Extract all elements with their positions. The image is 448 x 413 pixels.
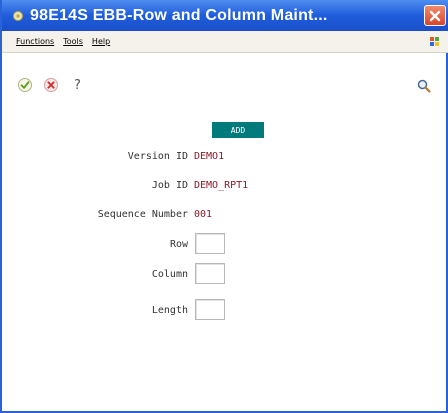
job-id-label: Job ID	[151, 180, 188, 191]
cancel-icon	[44, 78, 58, 92]
ok-button[interactable]	[16, 76, 34, 94]
close-icon	[429, 10, 441, 21]
menu-tools[interactable]: Tools	[63, 37, 83, 46]
version-id-label: Version ID	[127, 151, 188, 162]
search-button[interactable]	[416, 78, 434, 96]
menu-help[interactable]: Help	[92, 37, 110, 46]
help-button[interactable]: ?	[74, 78, 81, 93]
length-label: Length	[151, 305, 188, 316]
app-icon	[11, 9, 25, 23]
column-input[interactable]	[195, 263, 225, 284]
length-input[interactable]	[195, 299, 225, 320]
title-bar[interactable]: 98E14S EBB-Row and Column Maint...	[2, 0, 448, 31]
windows-flag-icon	[428, 35, 442, 49]
close-button[interactable]	[424, 5, 446, 26]
row-label: Row	[169, 239, 188, 250]
mode-badge: ADD	[212, 122, 264, 138]
menu-bar: Functions Tools Help	[2, 31, 448, 53]
menu-functions[interactable]: Functions	[16, 37, 54, 46]
column-label: Column	[151, 269, 188, 280]
toolbar: ?	[16, 75, 81, 95]
window-title: 98E14S EBB-Row and Column Maint...	[30, 6, 328, 24]
cancel-button[interactable]	[42, 76, 60, 94]
application-window: 98E14S EBB-Row and Column Maint... Funct…	[0, 0, 448, 413]
search-icon	[417, 79, 431, 93]
row-input[interactable]	[195, 233, 225, 254]
check-icon	[18, 78, 32, 92]
sequence-number-label: Sequence Number	[97, 209, 188, 220]
version-id-value: DEMO1	[194, 151, 225, 162]
job-id-value: DEMO_RPT1	[194, 180, 249, 191]
sequence-number-value: 001	[194, 209, 213, 220]
